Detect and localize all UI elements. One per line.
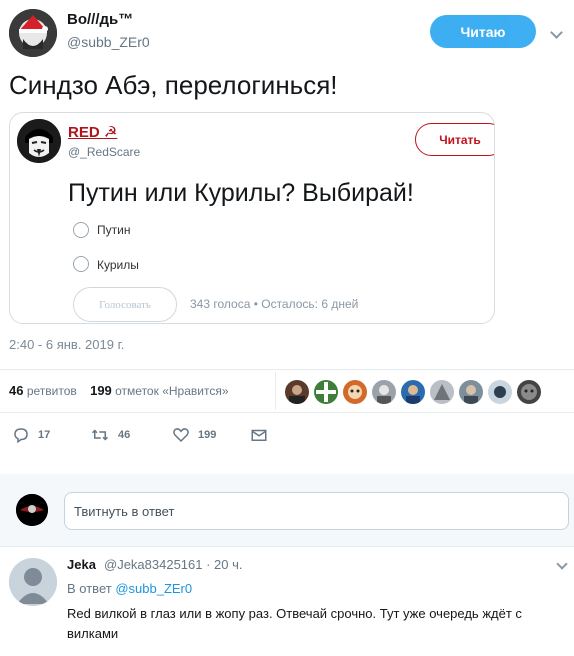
divider [0,369,574,370]
poll-option-label[interactable]: Курилы [97,258,139,272]
quoted-follow-button[interactable]: Читать [415,123,494,156]
divider [0,546,574,547]
author-handle[interactable]: @subb_ZEr0 [67,34,150,50]
reply-to-line: В ответ @subb_ZEr0 [67,581,192,596]
tweet-timestamp[interactable]: 2:40 - 6 янв. 2019 г. [9,337,124,352]
vote-button[interactable]: Голосовать [73,287,177,322]
liker-avatar[interactable] [343,380,367,404]
like-action[interactable]: 199 [172,426,216,444]
poll-option-label[interactable]: Путин [97,223,130,237]
reply-icon [14,428,28,444]
message-action[interactable] [250,426,276,444]
chevron-down-icon[interactable] [556,558,568,570]
retweet-count: 46 [118,429,131,441]
liker-avatar[interactable] [430,380,454,404]
retweet-action[interactable]: 46 [90,426,130,444]
reply-text: Red вилкой в глаз или в жопу раз. Отвеча… [67,606,522,641]
heart-icon [173,428,189,443]
reply-author-avatar[interactable] [9,558,57,606]
reply-author-handle[interactable]: @Jeka83425161 · 20 ч. [104,557,243,572]
liker-avatar[interactable] [314,380,338,404]
follow-button[interactable]: Читаю [430,15,536,48]
poll-meta: 343 голоса • Осталось: 6 дней [190,297,359,311]
quoted-tweet-card[interactable]: RED ☭ @_RedScare Читать Путин или Курилы… [9,112,495,324]
author-avatar[interactable] [9,9,57,57]
liker-avatar[interactable] [285,380,309,404]
quoted-author-handle[interactable]: @_RedScare [68,145,140,159]
reply-to-handle-link[interactable]: @subb_ZEr0 [115,581,192,596]
reply-to-prefix: В ответ [67,581,112,596]
retweet-icon [91,429,109,441]
likes-label[interactable]: отметок «Нравится» [115,384,228,398]
poll-option-radio[interactable] [73,222,89,238]
reply-author-name[interactable]: Jeka [67,557,96,572]
quoted-author-avatar[interactable] [17,119,61,163]
chevron-down-icon[interactable] [550,26,563,39]
poll-option-radio[interactable] [73,256,89,272]
tweet-text: Синдзо Абэ, перелогинься! [9,70,338,100]
mail-icon [251,429,267,441]
author-name[interactable]: Во///дь™ [67,11,133,28]
poll-question: Путин или Курилы? Выбирай! [68,179,414,207]
reply-input[interactable]: Твитнуть в ответ [64,492,569,530]
likes-count[interactable]: 199 [90,383,112,398]
divider [0,412,574,413]
like-count: 199 [198,429,217,441]
reply-count: 17 [38,429,51,441]
liker-avatar[interactable] [517,380,541,404]
liker-avatar[interactable] [401,380,425,404]
liker-avatar[interactable] [488,380,512,404]
retweets-count[interactable]: 46 [9,383,23,398]
retweets-label[interactable]: ретвитов [27,384,77,398]
engagement-stats: 46 ретвитов 199 отметок «Нравится» [9,383,229,398]
liker-avatar[interactable] [372,380,396,404]
quoted-author-name[interactable]: RED ☭ [68,123,117,141]
current-user-avatar [16,494,48,526]
reply-action[interactable]: 17 [12,426,50,444]
stats-separator [275,372,276,410]
liker-avatar[interactable] [459,380,483,404]
